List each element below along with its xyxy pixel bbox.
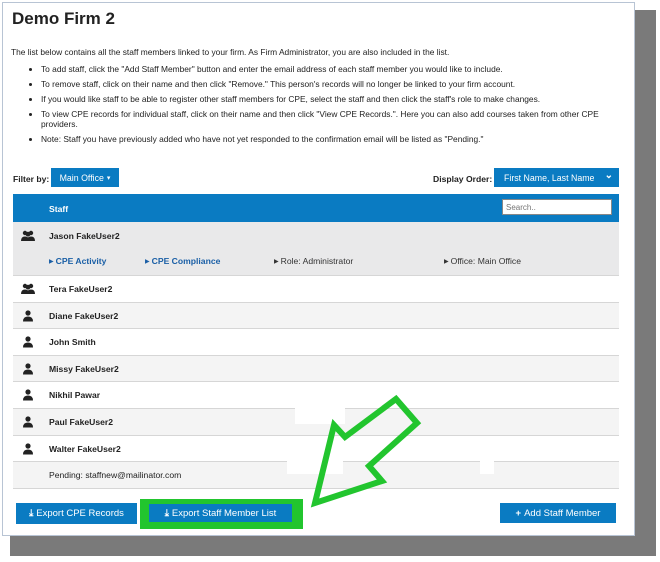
annotation-arrow-icon	[310, 394, 422, 508]
add-staff-member-button[interactable]: + Add Staff Member	[500, 503, 616, 523]
highlight-box: ⤓ Export Staff Member List	[140, 499, 303, 529]
export-staff-list-button[interactable]: ⤓ Export Staff Member List	[149, 504, 292, 522]
action-bar: ⤓ Export CPE Records ⤓ Export Staff Member…	[13, 499, 619, 529]
download-icon: ⤓	[164, 507, 169, 519]
plus-icon: +	[515, 507, 522, 519]
add-staff-label: Add Staff Member	[524, 507, 601, 519]
screenshot-frame: Demo Firm 2 The list below contains all …	[2, 2, 635, 536]
download-icon: ⤓	[29, 508, 34, 519]
export-cpe-label: Export CPE Records	[36, 508, 124, 519]
export-cpe-records-button[interactable]: ⤓ Export CPE Records	[16, 503, 137, 524]
export-staff-label: Export Staff Member List	[171, 507, 277, 519]
